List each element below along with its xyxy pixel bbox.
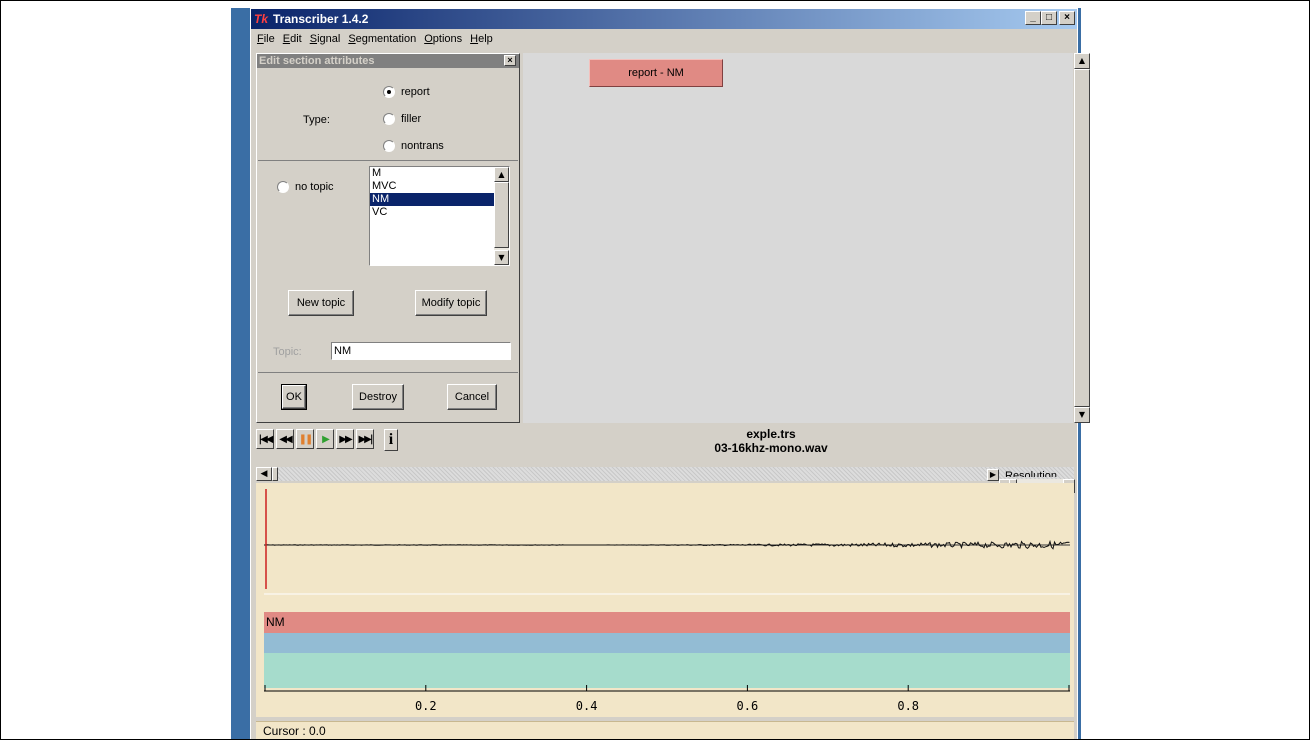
divider [258, 160, 518, 161]
menu-edit[interactable]: Edit [279, 33, 306, 45]
destroy-button[interactable]: Destroy [352, 384, 404, 410]
edit-section-dialog: Edit section attributes × report Type: f… [256, 53, 520, 423]
go-to-start-icon[interactable]: |◀◀ [256, 429, 274, 449]
scroll-thumb[interactable] [272, 467, 278, 481]
divider [258, 372, 518, 373]
file-info: exple.trs 03-16khz-mono.wav [671, 427, 871, 455]
radio-unchecked-icon [383, 113, 395, 125]
dialog-title-bar[interactable]: Edit section attributes × [257, 54, 519, 68]
menu-label-rest: ptions [432, 33, 463, 45]
cursor-position: Cursor : 0.0 [263, 724, 326, 738]
menu-signal[interactable]: Signal [306, 33, 345, 45]
topic-item[interactable]: M [370, 167, 494, 180]
tk-app-icon: Tk [254, 12, 269, 26]
type-radio-report[interactable]: report [383, 86, 430, 98]
menu-label-rest: elp [478, 33, 493, 45]
no-topic-radio[interactable]: no topic [277, 181, 334, 193]
transcript-filename: exple.trs [746, 427, 796, 441]
pause-icon[interactable]: ❚❚ [296, 429, 314, 449]
dialog-close-icon[interactable]: × [504, 55, 516, 66]
status-bar: Cursor : 0.0 [256, 721, 1074, 739]
type-label: Type: [303, 114, 330, 126]
menu-label-rest: ile [263, 33, 275, 45]
menu-label-rest: egmentation [355, 33, 417, 45]
type-radio-filler[interactable]: filler [383, 113, 421, 125]
menu-mnemonic: E [282, 33, 291, 45]
signal-hscrollbar[interactable]: ◀ [256, 467, 1074, 481]
section-button[interactable]: report - NM [589, 59, 723, 87]
menu-options[interactable]: Options [420, 33, 466, 45]
modify-topic-button[interactable]: Modify topic [415, 290, 487, 316]
topic-item[interactable]: MVC [370, 180, 494, 193]
menu-segmentation[interactable]: Segmentation [344, 33, 420, 45]
transcription-pane[interactable]: report - NM [523, 53, 1073, 423]
axis-tick-label: 0.4 [576, 699, 598, 713]
menu-mnemonic: F [257, 33, 264, 45]
axis-tick-label: 0.6 [737, 699, 759, 713]
type-option-label: filler [401, 113, 422, 125]
menu-label-rest: ignal [317, 33, 341, 45]
close-button[interactable]: × [1059, 11, 1075, 25]
radio-checked-icon [383, 86, 395, 98]
fast-forward-icon[interactable]: ▶▶ [336, 429, 354, 449]
resolution-label: Resolution [1005, 470, 1057, 477]
scroll-up-arrow-icon[interactable]: ▲ [1074, 53, 1090, 69]
no-topic-label: no topic [295, 181, 334, 193]
menu-label-rest: dit [290, 33, 302, 45]
dialog-title: Edit section attributes [259, 55, 375, 67]
topic-list-scrollbar[interactable]: ▲ ▼ [494, 167, 509, 265]
speaker-tier[interactable] [264, 633, 1070, 653]
ok-button[interactable]: OK [281, 384, 307, 410]
topic-tier[interactable]: NM [264, 612, 1070, 633]
menu-mnemonic: S [309, 33, 318, 45]
type-option-label: nontrans [401, 140, 444, 152]
radio-unchecked-icon [277, 181, 289, 193]
rewind-icon[interactable]: ◀◀ [276, 429, 294, 449]
scroll-thumb[interactable] [494, 182, 509, 248]
scroll-right-arrow-icon[interactable]: ▶ [987, 469, 999, 481]
waveform[interactable] [264, 489, 1070, 599]
radio-unchecked-icon [383, 140, 395, 152]
type-radio-nontrans[interactable]: nontrans [383, 140, 444, 152]
topic-input[interactable]: NM [331, 342, 511, 360]
scroll-down-arrow-icon[interactable]: ▼ [494, 250, 509, 265]
topic-item-selected[interactable]: NM [370, 193, 494, 206]
transcription-scrollbar[interactable]: ▲ ▼ [1074, 53, 1090, 423]
window-title: Transcriber 1.4.2 [273, 12, 369, 26]
time-axis: 0.2 0.4 0.6 0.8 [264, 685, 1070, 713]
scroll-left-arrow-icon[interactable]: ◀ [256, 467, 272, 481]
topic-listbox[interactable]: M MVC NM VC ▲ ▼ [369, 166, 510, 266]
menu-mnemonic: O [424, 33, 433, 45]
cancel-button[interactable]: Cancel [447, 384, 497, 410]
type-option-label: report [401, 86, 430, 98]
info-icon[interactable]: i [384, 429, 398, 451]
topic-field-label: Topic: [273, 346, 302, 358]
menu-mnemonic: H [470, 33, 479, 45]
new-topic-button[interactable]: New topic [288, 290, 354, 316]
menu-bar: File Edit Signal Segmentation Options Help [251, 30, 1077, 48]
title-bar[interactable]: Tk Transcriber 1.4.2 _ □ × [251, 9, 1077, 29]
axis-tick-label: 0.8 [897, 699, 919, 713]
app-window: Tk Transcriber 1.4.2 _ □ × File Edit Signa… [250, 8, 1090, 740]
go-to-end-icon[interactable]: ▶▶| [356, 429, 374, 449]
minimize-button[interactable]: _ [1025, 11, 1041, 25]
menu-help[interactable]: Help [466, 33, 497, 45]
menu-file[interactable]: File [251, 33, 279, 45]
maximize-button[interactable]: □ [1041, 11, 1057, 25]
menu-mnemonic: S [348, 33, 356, 45]
play-icon[interactable]: ▶ [316, 429, 334, 449]
signal-view[interactable]: NM 0.2 0.4 0.6 0.8 [256, 483, 1074, 717]
scroll-up-arrow-icon[interactable]: ▲ [494, 167, 509, 182]
axis-tick-label: 0.2 [415, 699, 437, 713]
scroll-down-arrow-icon[interactable]: ▼ [1074, 407, 1090, 423]
scroll-thumb[interactable] [1074, 69, 1090, 407]
topic-item[interactable]: VC [370, 206, 494, 219]
audio-filename: 03-16khz-mono.wav [714, 441, 828, 455]
playback-controls: |◀◀ ◀◀ ❚❚ ▶ ▶▶ ▶▶| i [256, 429, 398, 453]
